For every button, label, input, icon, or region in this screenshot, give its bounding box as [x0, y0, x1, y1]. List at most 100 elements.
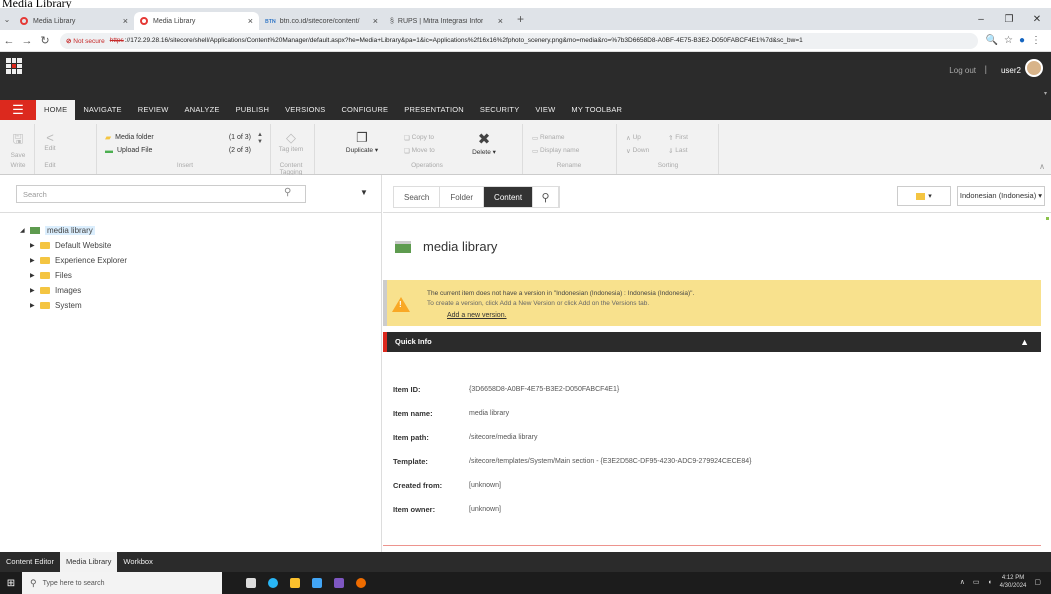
tab-content-editor[interactable]: Content Editor: [0, 552, 60, 572]
media-library-icon: [395, 240, 411, 253]
chevron-up-icon[interactable]: ▲: [1020, 332, 1029, 352]
network-icon[interactable]: ▭: [973, 578, 980, 586]
tree-node[interactable]: ▶ System: [30, 298, 127, 313]
search-icon[interactable]: ⚲: [284, 187, 291, 198]
browser-tab[interactable]: Media Library ×: [14, 12, 134, 30]
file-explorer-icon[interactable]: [290, 578, 300, 588]
rename-button[interactable]: ▭ Rename: [532, 131, 612, 144]
browser-tab[interactable]: §RUPS | Mitra Integrasi Informat ×: [384, 12, 509, 30]
delete-button[interactable]: ✖ Delete ▾: [464, 130, 504, 156]
sitecore-logo-icon[interactable]: [6, 58, 22, 74]
tree-node[interactable]: ▶ Images: [30, 283, 127, 298]
logout-link[interactable]: Log out: [949, 66, 976, 75]
tab-list-icon[interactable]: ⌄: [0, 15, 14, 24]
down-button[interactable]: ∨ Down: [626, 144, 666, 157]
quick-info-header[interactable]: Quick Info ▲: [383, 332, 1041, 352]
tab-configure[interactable]: CONFIGURE: [333, 100, 396, 120]
tab-view[interactable]: VIEW: [527, 100, 563, 120]
collapse-ribbon-icon[interactable]: ∧: [1039, 162, 1045, 171]
insert-scroll-arrows[interactable]: ▲ ▼: [257, 132, 263, 146]
tab-navigate[interactable]: NAVIGATE: [75, 100, 129, 120]
reload-icon[interactable]: ↻: [36, 34, 54, 47]
avatar[interactable]: [1025, 59, 1043, 77]
first-button[interactable]: ⇑ First: [668, 131, 708, 144]
insert-options: ▰ Media folder (1 of 3) ▬ Upload File (2 of …: [105, 131, 265, 161]
tab-workbox[interactable]: Workbox: [117, 552, 158, 572]
browser-tab-active[interactable]: Media Library ×: [134, 12, 259, 30]
visual-studio-icon[interactable]: [334, 578, 344, 588]
close-icon[interactable]: ✕: [1023, 14, 1051, 25]
tab-presentation[interactable]: PRESENTATION: [396, 100, 472, 120]
insert-upload-file[interactable]: ▬ Upload File (2 of 3): [105, 144, 265, 157]
expand-arrow-icon[interactable]: ◢: [20, 227, 30, 234]
copy-to-button[interactable]: ❏ Copy to: [404, 131, 454, 144]
tree-node[interactable]: ▶ Experience Explorer: [30, 253, 127, 268]
expand-arrow-icon[interactable]: ▶: [30, 242, 40, 249]
close-icon[interactable]: ×: [498, 16, 503, 26]
back-icon[interactable]: ←: [0, 35, 18, 47]
tree-root-node[interactable]: ◢ media library: [20, 223, 127, 238]
tab-publish[interactable]: PUBLISH: [228, 100, 278, 120]
tab-security[interactable]: SECURITY: [472, 100, 528, 120]
move-to-button[interactable]: ❏ Move to: [404, 144, 454, 157]
expand-arrow-icon[interactable]: ▶: [30, 287, 40, 294]
close-icon[interactable]: ×: [248, 16, 253, 26]
up-button[interactable]: ∧ Up: [626, 131, 666, 144]
minimize-icon[interactable]: –: [967, 14, 995, 25]
profile-icon[interactable]: ●: [1019, 35, 1025, 46]
tray-chevron-icon[interactable]: ∧: [960, 578, 965, 586]
display-name-button[interactable]: ▭ Display name: [532, 144, 612, 157]
edit-button[interactable]: < Edit: [38, 130, 62, 152]
tree-node[interactable]: ▶ Files: [30, 268, 127, 283]
add-version-link[interactable]: Add a new version.: [447, 312, 507, 319]
restore-icon[interactable]: ❐: [995, 14, 1023, 25]
tab-content[interactable]: Content: [484, 187, 534, 207]
tree-search-input[interactable]: Search: [16, 185, 306, 203]
tab-home[interactable]: HOME: [36, 100, 76, 120]
forward-icon[interactable]: →: [18, 35, 36, 47]
clock[interactable]: 4:12 PM 4/30/2024: [1000, 574, 1027, 590]
bookmark-star-icon[interactable]: ☆: [1004, 35, 1013, 46]
tag-item-button[interactable]: ◇ Tag item: [274, 130, 308, 153]
tab-review[interactable]: REVIEW: [130, 100, 177, 120]
save-button[interactable]: 🖫 Save: [6, 130, 30, 159]
tree-node[interactable]: ▶ Default Website: [30, 238, 127, 253]
url-input[interactable]: ⊘ Not secure https ://172.29.28.16/sitec…: [60, 32, 978, 49]
collapse-icon[interactable]: ▾: [1044, 90, 1047, 97]
vscode-icon[interactable]: [312, 578, 322, 588]
menu-hamburger-icon[interactable]: ☰: [0, 100, 36, 120]
volume-icon[interactable]: ◖: [987, 579, 991, 586]
language-selector[interactable]: Indonesian (Indonesia) ▾: [957, 186, 1045, 206]
notification-icon[interactable]: ▢: [1034, 578, 1041, 586]
tab-analyze[interactable]: ANALYZE: [177, 100, 228, 120]
username[interactable]: user2: [1001, 66, 1021, 75]
chrome-icon[interactable]: [356, 578, 366, 588]
task-view-icon[interactable]: [246, 578, 256, 588]
tab-versions[interactable]: VERSIONS: [277, 100, 333, 120]
not-secure-badge[interactable]: ⊘ Not secure: [66, 37, 105, 45]
taskbar-search-input[interactable]: ⚲ Type here to search: [22, 572, 222, 594]
editor-pane: Search Folder Content ⚲ ▾ Indonesian (In…: [383, 175, 1051, 552]
tab-folder[interactable]: Folder: [440, 187, 485, 207]
menu-icon[interactable]: ⋮: [1031, 35, 1041, 46]
database-selector-button[interactable]: ▾: [897, 186, 951, 206]
tab-search[interactable]: Search: [394, 187, 441, 207]
zoom-icon[interactable]: 🔍: [986, 35, 998, 46]
insert-media-folder[interactable]: ▰ Media folder (1 of 3): [105, 131, 265, 144]
expand-arrow-icon[interactable]: ▶: [30, 302, 40, 309]
tab-media-library[interactable]: Media Library: [59, 552, 118, 572]
expand-arrow-icon[interactable]: ▶: [30, 272, 40, 279]
windows-start-icon[interactable]: ⊞: [0, 578, 22, 589]
duplicate-button[interactable]: ❐ Duplicate ▾: [342, 130, 382, 154]
browser-tab[interactable]: ʙᴛɴbtn.co.id/sitecore/content/BTN ×: [259, 12, 384, 30]
search-options-dropdown[interactable]: ▼: [360, 188, 368, 197]
folder-icon: [40, 242, 50, 249]
close-icon[interactable]: ×: [373, 16, 378, 26]
edge-icon[interactable]: [268, 578, 278, 588]
tab-my-toolbar[interactable]: MY TOOLBAR: [563, 100, 630, 120]
search-icon[interactable]: ⚲: [533, 187, 560, 207]
last-button[interactable]: ⇓ Last: [668, 144, 708, 157]
close-icon[interactable]: ×: [123, 16, 128, 26]
expand-arrow-icon[interactable]: ▶: [30, 257, 40, 264]
new-tab-button[interactable]: +: [517, 12, 524, 26]
